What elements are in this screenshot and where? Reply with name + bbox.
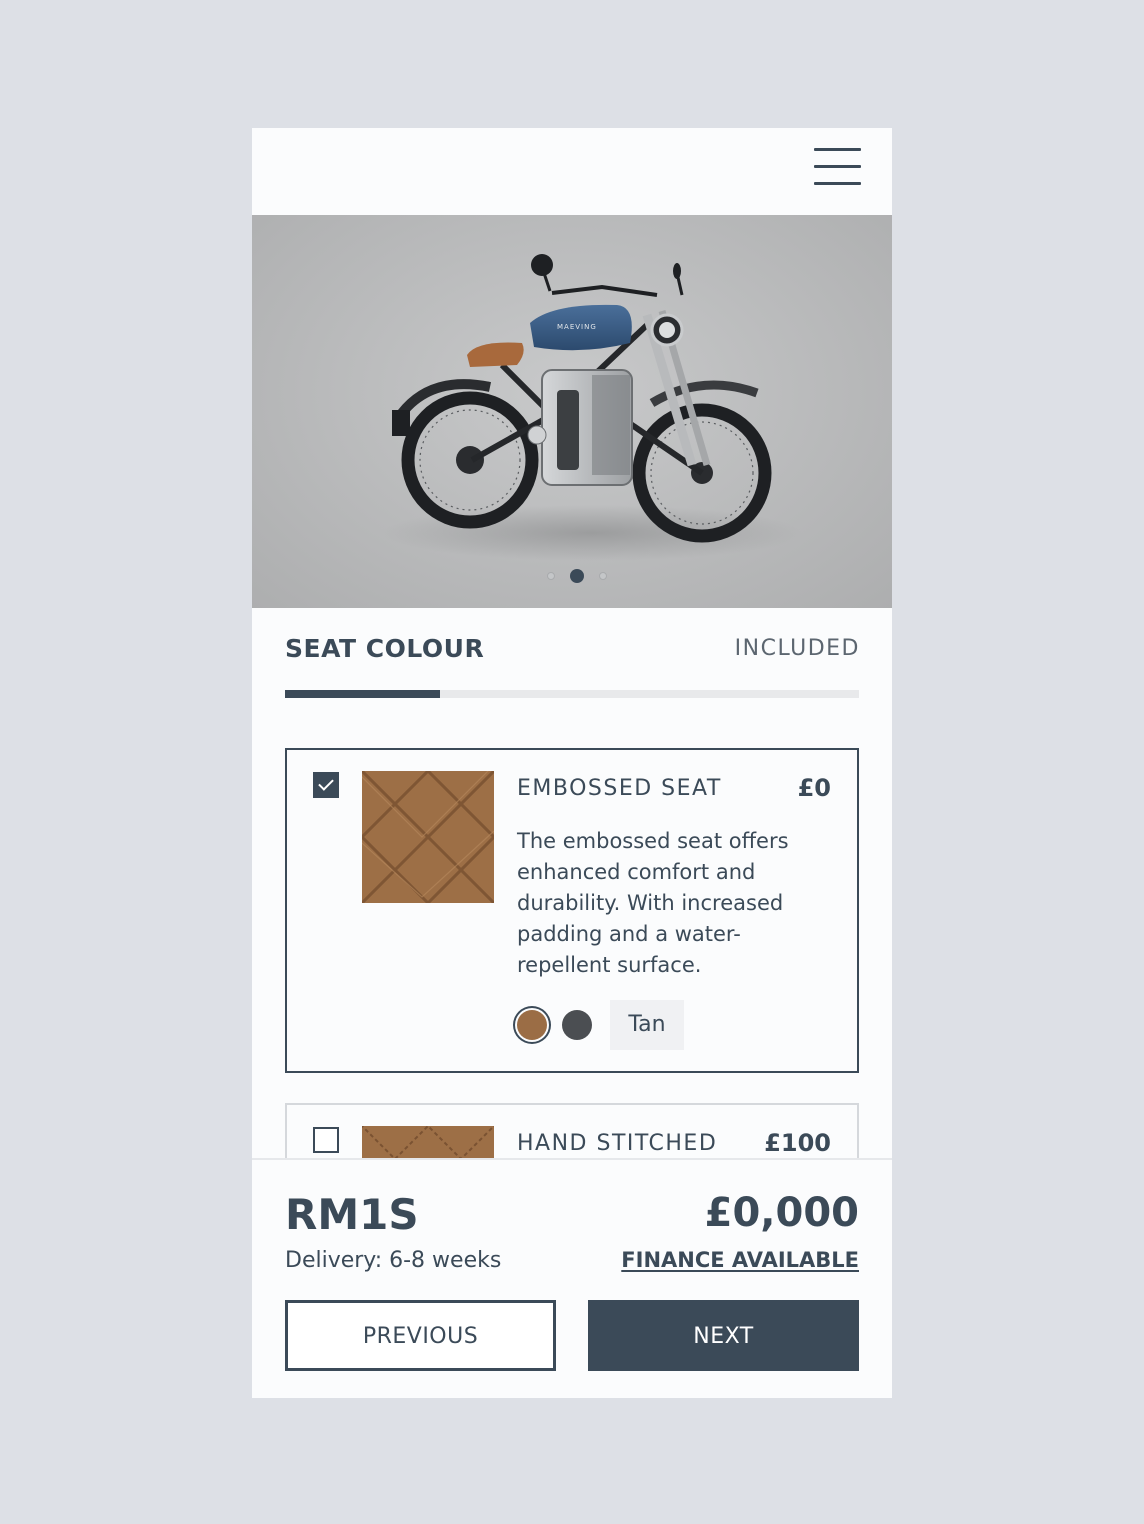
summary-footer: RM1S Delivery: 6-8 weeks £0,000 FINANCE …: [252, 1158, 892, 1398]
step-progress-fill: [285, 690, 440, 698]
tank-brand-text: MAEVING: [557, 323, 597, 331]
section-title: SEAT COLOUR: [285, 634, 485, 663]
carousel-dot-active[interactable]: [570, 569, 584, 583]
embossed-seat-swatch-image: [362, 771, 494, 903]
total-price: £0,000: [704, 1190, 859, 1236]
finance-available-link[interactable]: FINANCE AVAILABLE: [621, 1248, 859, 1272]
colour-swatch-tan[interactable]: [517, 1010, 547, 1040]
delivery-estimate: Delivery: 6-8 weeks: [285, 1248, 502, 1273]
selected-colour-label: Tan: [610, 1000, 684, 1050]
hamburger-menu-icon[interactable]: [814, 148, 862, 188]
step-progress-bar: [285, 690, 859, 698]
header: [252, 128, 892, 215]
carousel-dots: [252, 569, 892, 583]
model-name: RM1S: [285, 1190, 419, 1239]
option-name: HAND STITCHED: [517, 1131, 718, 1156]
configurator-screen: MAEVING SEAT COLOUR INCLUDED EMBOSSED SE…: [252, 128, 892, 1398]
option-checkbox-checked[interactable]: [313, 772, 339, 798]
option-checkbox-unchecked[interactable]: [313, 1127, 339, 1153]
section-status: INCLUDED: [734, 636, 860, 661]
colour-swatch-black[interactable]: [562, 1010, 592, 1040]
carousel-dot[interactable]: [599, 572, 607, 580]
option-price: £0: [797, 774, 831, 802]
previous-button[interactable]: PREVIOUS: [285, 1300, 556, 1371]
motorcycle-image: MAEVING: [382, 254, 802, 561]
carousel-dot[interactable]: [547, 572, 555, 580]
option-price: £100: [764, 1129, 831, 1157]
option-description: The embossed seat offers enhanced comfor…: [517, 829, 789, 977]
seat-option-embossed[interactable]: EMBOSSED SEAT £0 The embossed seat offer…: [285, 748, 859, 1073]
next-button[interactable]: NEXT: [588, 1300, 859, 1371]
option-name: EMBOSSED SEAT: [517, 776, 722, 801]
hero-image-carousel[interactable]: MAEVING: [252, 215, 892, 608]
